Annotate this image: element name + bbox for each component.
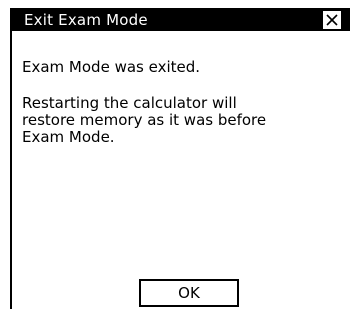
ok-button[interactable]: OK [139, 279, 239, 307]
dialog-title: Exit Exam Mode [24, 11, 148, 29]
title-bar: Exit Exam Mode [12, 9, 350, 31]
exit-exam-mode-dialog: Exit Exam Mode Exam Mode was exited. Res… [10, 8, 350, 309]
close-icon [326, 14, 338, 26]
exam-mode-exited-message: Exam Mode was exited. [22, 58, 201, 76]
restart-info-message: Restarting the calculator will restore m… [22, 94, 267, 146]
close-button[interactable] [322, 10, 342, 30]
